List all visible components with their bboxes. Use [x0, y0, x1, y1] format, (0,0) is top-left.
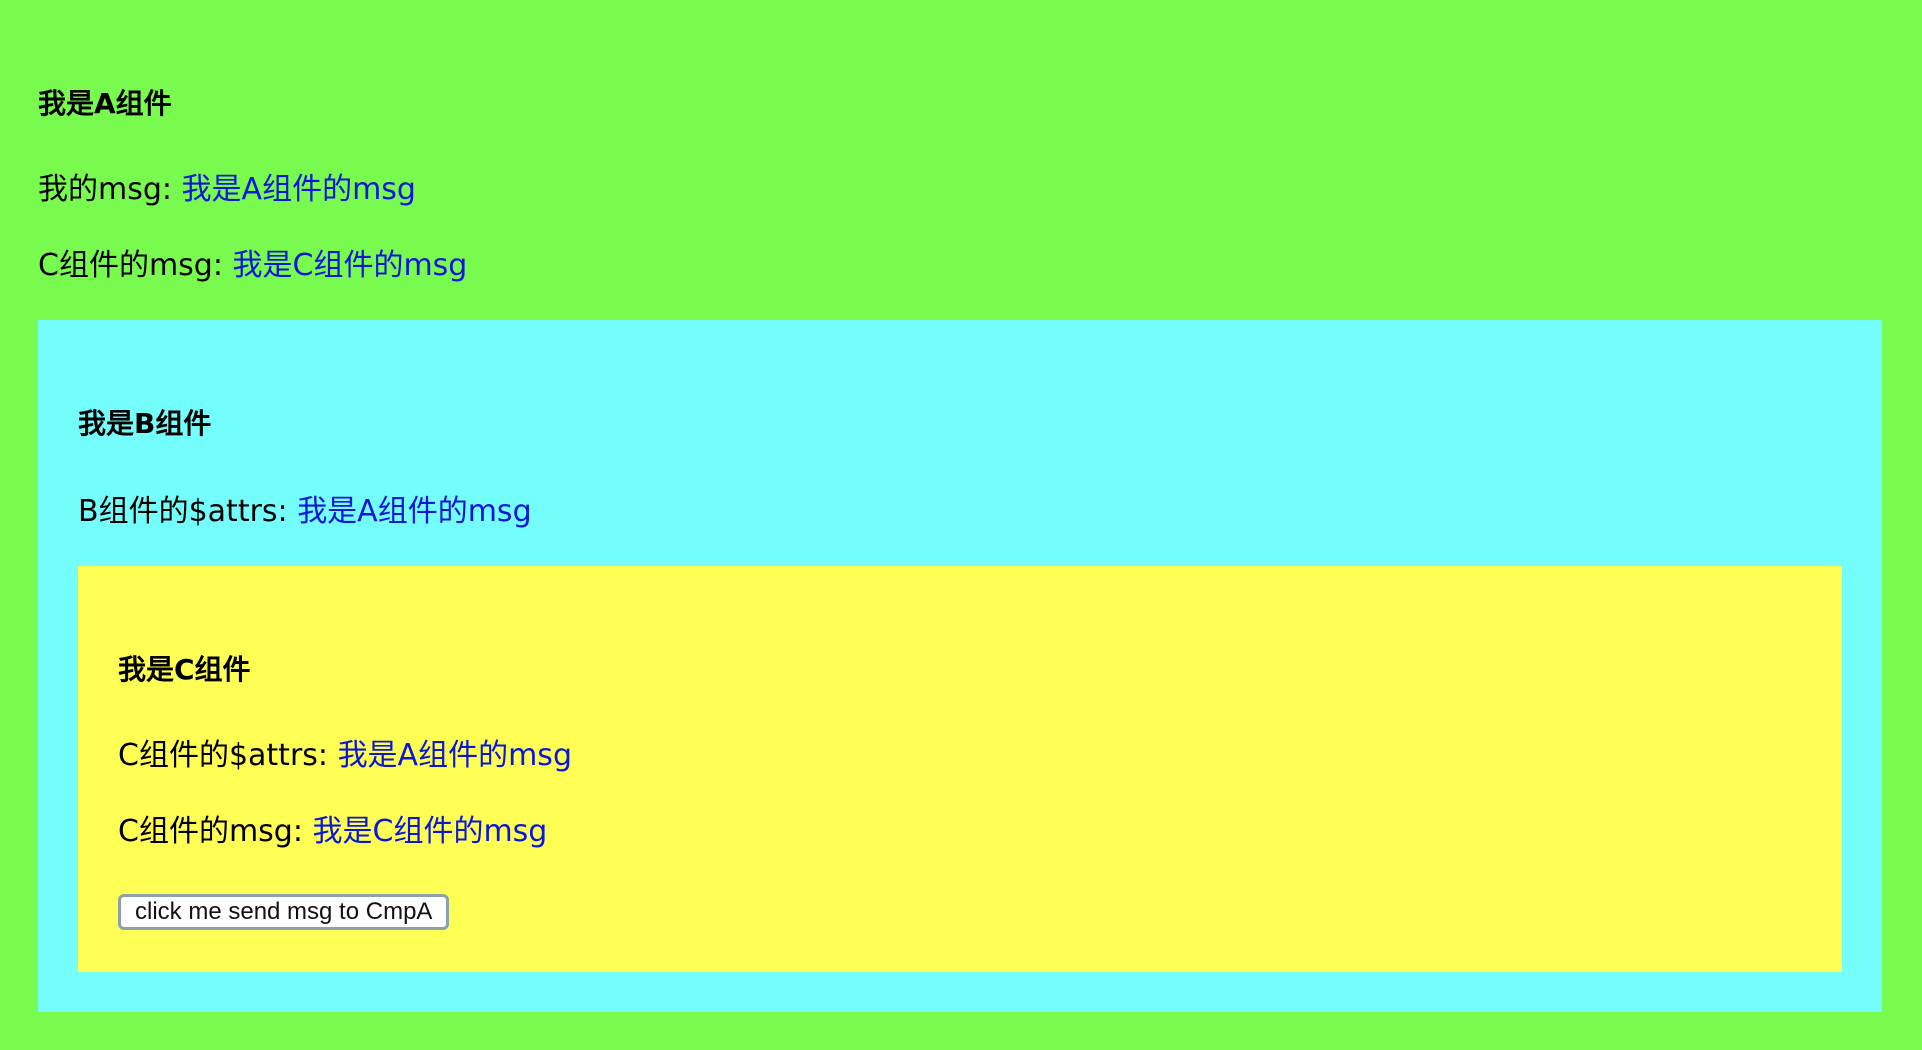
- component-a-c-msg-row: C组件的msg: 我是C组件的msg: [38, 246, 467, 286]
- component-b-title: 我是B组件: [78, 407, 212, 440]
- component-c-title: 我是C组件: [118, 653, 251, 686]
- component-c-msg-value: 我是C组件的msg: [312, 814, 548, 849]
- component-c-attrs-value: 我是A组件的msg: [337, 738, 572, 773]
- component-c: 我是C组件 C组件的$attrs: 我是A组件的msg C组件的msg: 我是C…: [78, 566, 1842, 972]
- component-b-attrs-row: B组件的$attrs: 我是A组件的msg: [78, 492, 532, 532]
- component-a-c-msg-value: 我是C组件的msg: [232, 248, 468, 283]
- component-b-attrs-label: B组件的$attrs:: [78, 494, 298, 529]
- component-b: 我是B组件 B组件的$attrs: 我是A组件的msg 我是C组件 C组件的$a…: [38, 320, 1882, 1012]
- component-c-msg-label: C组件的msg:: [118, 814, 313, 849]
- component-a-my-msg-value: 我是A组件的msg: [181, 172, 416, 207]
- component-a-title: 我是A组件: [38, 87, 172, 120]
- component-a-my-msg-label: 我的msg:: [38, 172, 182, 207]
- component-a-c-msg-label: C组件的msg:: [38, 248, 233, 283]
- component-b-attrs-value: 我是A组件的msg: [297, 494, 532, 529]
- send-msg-to-cmp-a-button[interactable]: click me send msg to CmpA: [118, 894, 450, 930]
- component-a: 我是A组件 我的msg: 我是A组件的msg C组件的msg: 我是C组件的ms…: [0, 0, 1922, 1050]
- component-c-msg-row: C组件的msg: 我是C组件的msg: [118, 812, 547, 852]
- component-c-attrs-row: C组件的$attrs: 我是A组件的msg: [118, 736, 572, 776]
- component-a-my-msg-row: 我的msg: 我是A组件的msg: [38, 170, 416, 210]
- component-c-attrs-label: C组件的$attrs:: [118, 738, 338, 773]
